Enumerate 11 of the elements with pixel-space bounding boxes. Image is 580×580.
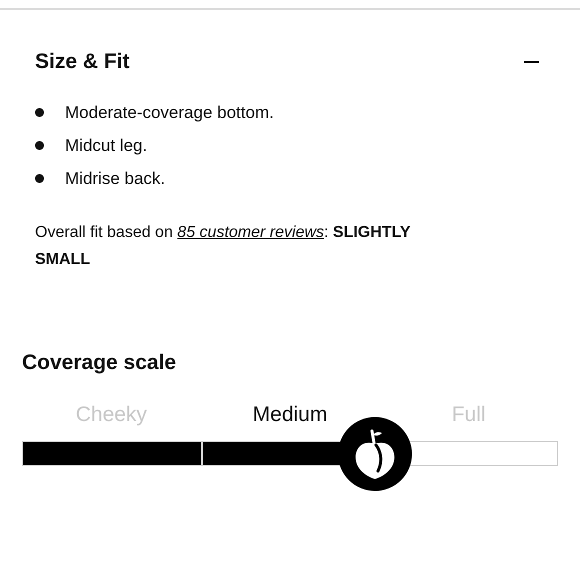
scale-title: Coverage scale: [22, 351, 178, 375]
scale-option[interactable]: Medium: [252, 403, 328, 426]
bullet-icon: [35, 174, 44, 183]
bullet-icon: [35, 141, 44, 150]
bullet-icon: [35, 108, 44, 117]
bullet-text: Moderate-coverage bottom.: [65, 102, 274, 122]
section-title: Size & Fit: [35, 50, 130, 74]
bullet-text: Midcut leg.: [65, 136, 148, 156]
fit-summary: Overall fit based on 85 customer reviews: SLIGHTLY SMALL: [35, 223, 412, 270]
bullet-text: Midrise back.: [65, 168, 166, 188]
reviews-link[interactable]: 85 customer reviews: [177, 224, 324, 241]
